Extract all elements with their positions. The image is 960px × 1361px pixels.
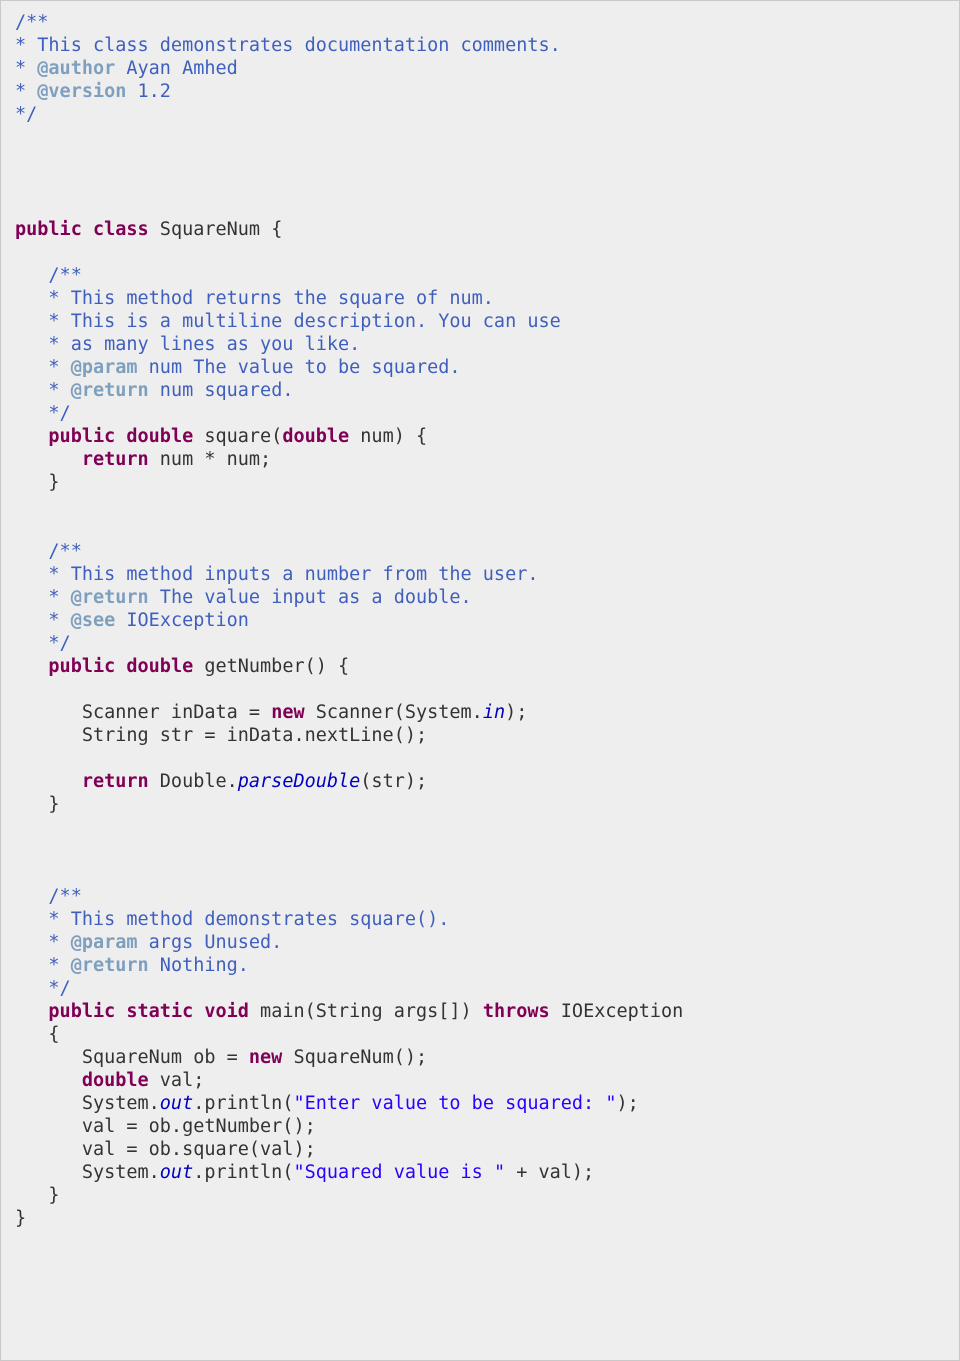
javadoc-square: /** * This method returns the square of … [15, 265, 561, 424]
keyword-public: public [15, 219, 82, 240]
keyword-class: class [93, 219, 149, 240]
javadoc-getnumber: /** * This method inputs a number from t… [15, 541, 538, 654]
java-code-block: /** * This class demonstrates documentat… [0, 0, 960, 1361]
class-decl: SquareNum { [149, 219, 283, 240]
javadoc-class: /** * This class demonstrates documentat… [15, 12, 561, 125]
javadoc-main: /** * This method demonstrates square().… [15, 886, 449, 999]
